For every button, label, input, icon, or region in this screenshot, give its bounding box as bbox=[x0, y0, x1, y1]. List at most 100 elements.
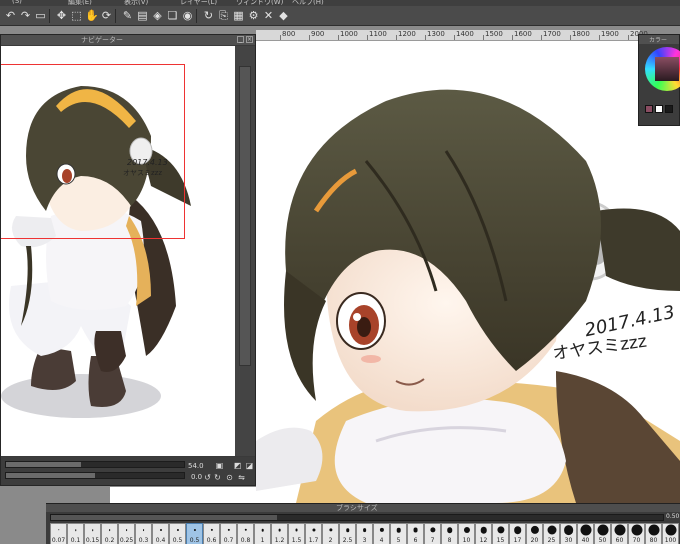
brush-size-cell[interactable]: 15 bbox=[492, 523, 509, 544]
brush-size-dot bbox=[480, 526, 487, 534]
brush-size-cell[interactable]: 60 bbox=[611, 523, 628, 544]
brush-size-dot bbox=[142, 529, 145, 531]
color-swatch[interactable] bbox=[665, 105, 673, 113]
brush-size-slider[interactable] bbox=[50, 514, 664, 521]
brush-size-dot bbox=[345, 528, 350, 532]
pen-icon[interactable]: ✎ bbox=[121, 9, 134, 22]
brush-size-cell[interactable]: 50 bbox=[594, 523, 611, 544]
color-saturation-square[interactable] bbox=[655, 57, 679, 81]
main-canvas[interactable]: 2017.4.13 オヤスミzzz bbox=[256, 41, 680, 503]
brush-panel-header[interactable]: ブラシサイズ bbox=[46, 504, 680, 512]
brush-size-cell[interactable]: 1.2 bbox=[271, 523, 288, 544]
brush-size-dot bbox=[614, 524, 625, 536]
brush-size-cell[interactable]: 0.25 bbox=[118, 523, 135, 544]
brush-size-cell[interactable]: 7 bbox=[424, 523, 441, 544]
close-icon[interactable]: × bbox=[246, 36, 253, 43]
angle-value: 0.0 bbox=[191, 473, 203, 481]
refresh-icon[interactable]: ↻ bbox=[202, 9, 215, 22]
brush-size-cell[interactable]: 100 bbox=[662, 523, 679, 544]
brush-size-cell[interactable]: 8 bbox=[441, 523, 458, 544]
redo-icon[interactable]: ↷ bbox=[19, 9, 32, 22]
brush-size-label: 1.2 bbox=[274, 537, 285, 544]
brush-size-cell[interactable]: 0.5 bbox=[169, 523, 186, 544]
brush-size-dot bbox=[631, 524, 642, 536]
reset-rotation-icon[interactable]: ⊙ bbox=[225, 473, 234, 482]
close-icon[interactable]: ✕ bbox=[262, 9, 275, 22]
minimize-icon[interactable]: _ bbox=[237, 36, 244, 43]
brush-size-cell[interactable]: 0.07 bbox=[50, 523, 67, 544]
brush-size-label: 0.6 bbox=[206, 537, 217, 544]
brush-size-label: 60 bbox=[615, 537, 624, 544]
flip-horizontal-icon[interactable]: ⇋ bbox=[237, 473, 246, 482]
navigator-preview[interactable]: 2017.4.13 オヤスミzzz bbox=[1, 46, 235, 456]
clip-icon[interactable]: ⎘ bbox=[217, 9, 230, 22]
brush-size-cell[interactable]: 30 bbox=[560, 523, 577, 544]
brush-size-cell[interactable]: 0.2 bbox=[101, 523, 118, 544]
brush-size-cell[interactable]: 3 bbox=[356, 523, 373, 544]
brush-size-cell[interactable]: 0.6 bbox=[203, 523, 220, 544]
brush-size-cell[interactable]: 70 bbox=[628, 523, 645, 544]
rotate-icon[interactable]: ⟳ bbox=[100, 9, 113, 22]
layer-icon[interactable]: ❏ bbox=[166, 9, 179, 22]
brush-size-cell[interactable]: 1 bbox=[254, 523, 271, 544]
brush-size-grid: 0.07 0.1 0.15 0.2 0.25 0.3 0.4 0.5 0.5 0.6 0.7 0.8 1… bbox=[50, 523, 679, 544]
zoom-slider[interactable] bbox=[5, 461, 185, 468]
brush-size-label: 6 bbox=[413, 537, 418, 544]
brush-size-cell[interactable]: 2 bbox=[322, 523, 339, 544]
ruler-label: 1000 bbox=[340, 30, 358, 38]
brush-size-cell[interactable]: 25 bbox=[543, 523, 560, 544]
transform-icon[interactable]: ⬚ bbox=[70, 9, 83, 22]
snap-icon[interactable]: ◈ bbox=[151, 9, 164, 22]
brush-size-cell[interactable]: 0.8 bbox=[237, 523, 254, 544]
zoom-actual-icon[interactable]: ◪ bbox=[245, 461, 254, 470]
brush-size-cell[interactable]: 0.15 bbox=[84, 523, 101, 544]
brush-size-label: 2.5 bbox=[342, 537, 353, 544]
brush-size-cell[interactable]: 0.1 bbox=[67, 523, 84, 544]
ruler-icon[interactable]: ▤ bbox=[136, 9, 149, 22]
brush-size-cell[interactable]: 80 bbox=[645, 523, 662, 544]
brush-size-cell[interactable]: 0.4 bbox=[152, 523, 169, 544]
brush-size-cell[interactable]: 12 bbox=[475, 523, 492, 544]
zoom-fit-icon[interactable]: ◩ bbox=[233, 461, 242, 470]
rotate-right-icon[interactable]: ↻ bbox=[213, 473, 222, 482]
undo-icon[interactable]: ↶ bbox=[4, 9, 17, 22]
navigator-header[interactable]: ナビゲーター _ × bbox=[1, 35, 255, 45]
brush-panel-title: ブラシサイズ bbox=[336, 504, 378, 512]
brush-size-cell[interactable]: 1.5 bbox=[288, 523, 305, 544]
color-swatch[interactable] bbox=[655, 105, 663, 113]
brush-size-cell[interactable]: 6 bbox=[407, 523, 424, 544]
ruler-label: 800 bbox=[282, 30, 296, 38]
color-wheel[interactable] bbox=[645, 47, 680, 91]
brush-size-cell[interactable]: 1.7 bbox=[305, 523, 322, 544]
brush-size-label: 10 bbox=[462, 537, 471, 544]
navigator-scroll-thumb[interactable] bbox=[239, 66, 251, 366]
navigator-view-frame[interactable] bbox=[1, 64, 185, 239]
clear-icon[interactable]: ▭ bbox=[34, 9, 47, 22]
brush-size-cell[interactable]: 0.7 bbox=[220, 523, 237, 544]
brush-size-cell[interactable]: 20 bbox=[526, 523, 543, 544]
color-panel-header[interactable]: カラー bbox=[639, 35, 679, 44]
brush-size-cell[interactable]: 17 bbox=[509, 523, 526, 544]
color-swatch[interactable] bbox=[645, 105, 653, 113]
brush-size-cell[interactable]: 2.5 bbox=[339, 523, 356, 544]
menu-item[interactable]: (S) bbox=[12, 0, 22, 5]
grid-icon[interactable]: ▦ bbox=[232, 9, 245, 22]
rotate-left-icon[interactable]: ↺ bbox=[203, 473, 212, 482]
brush-size-cell[interactable]: 0.3 bbox=[135, 523, 152, 544]
brush-size-cell[interactable]: 40 bbox=[577, 523, 594, 544]
brush-size-cell[interactable]: 4 bbox=[373, 523, 390, 544]
brush-size-cell[interactable]: 10 bbox=[458, 523, 475, 544]
hand-icon[interactable]: ✋ bbox=[85, 9, 99, 22]
navigator-scrollbar[interactable] bbox=[235, 46, 255, 456]
angle-slider[interactable] bbox=[5, 472, 185, 479]
zoom-out-icon[interactable]: ▣ bbox=[215, 461, 224, 470]
move-icon[interactable]: ✥ bbox=[55, 9, 68, 22]
brush-size-dot bbox=[159, 529, 162, 531]
brush-size-cell[interactable]: 5 bbox=[390, 523, 407, 544]
gear-icon[interactable]: ⚙ bbox=[247, 9, 260, 22]
brush-size-dot bbox=[530, 525, 539, 535]
toolbar-separator bbox=[115, 9, 116, 23]
fill-icon[interactable]: ◆ bbox=[277, 9, 290, 22]
brush-size-cell[interactable]: 0.5 bbox=[186, 523, 203, 544]
eye-icon[interactable]: ◉ bbox=[181, 9, 194, 22]
